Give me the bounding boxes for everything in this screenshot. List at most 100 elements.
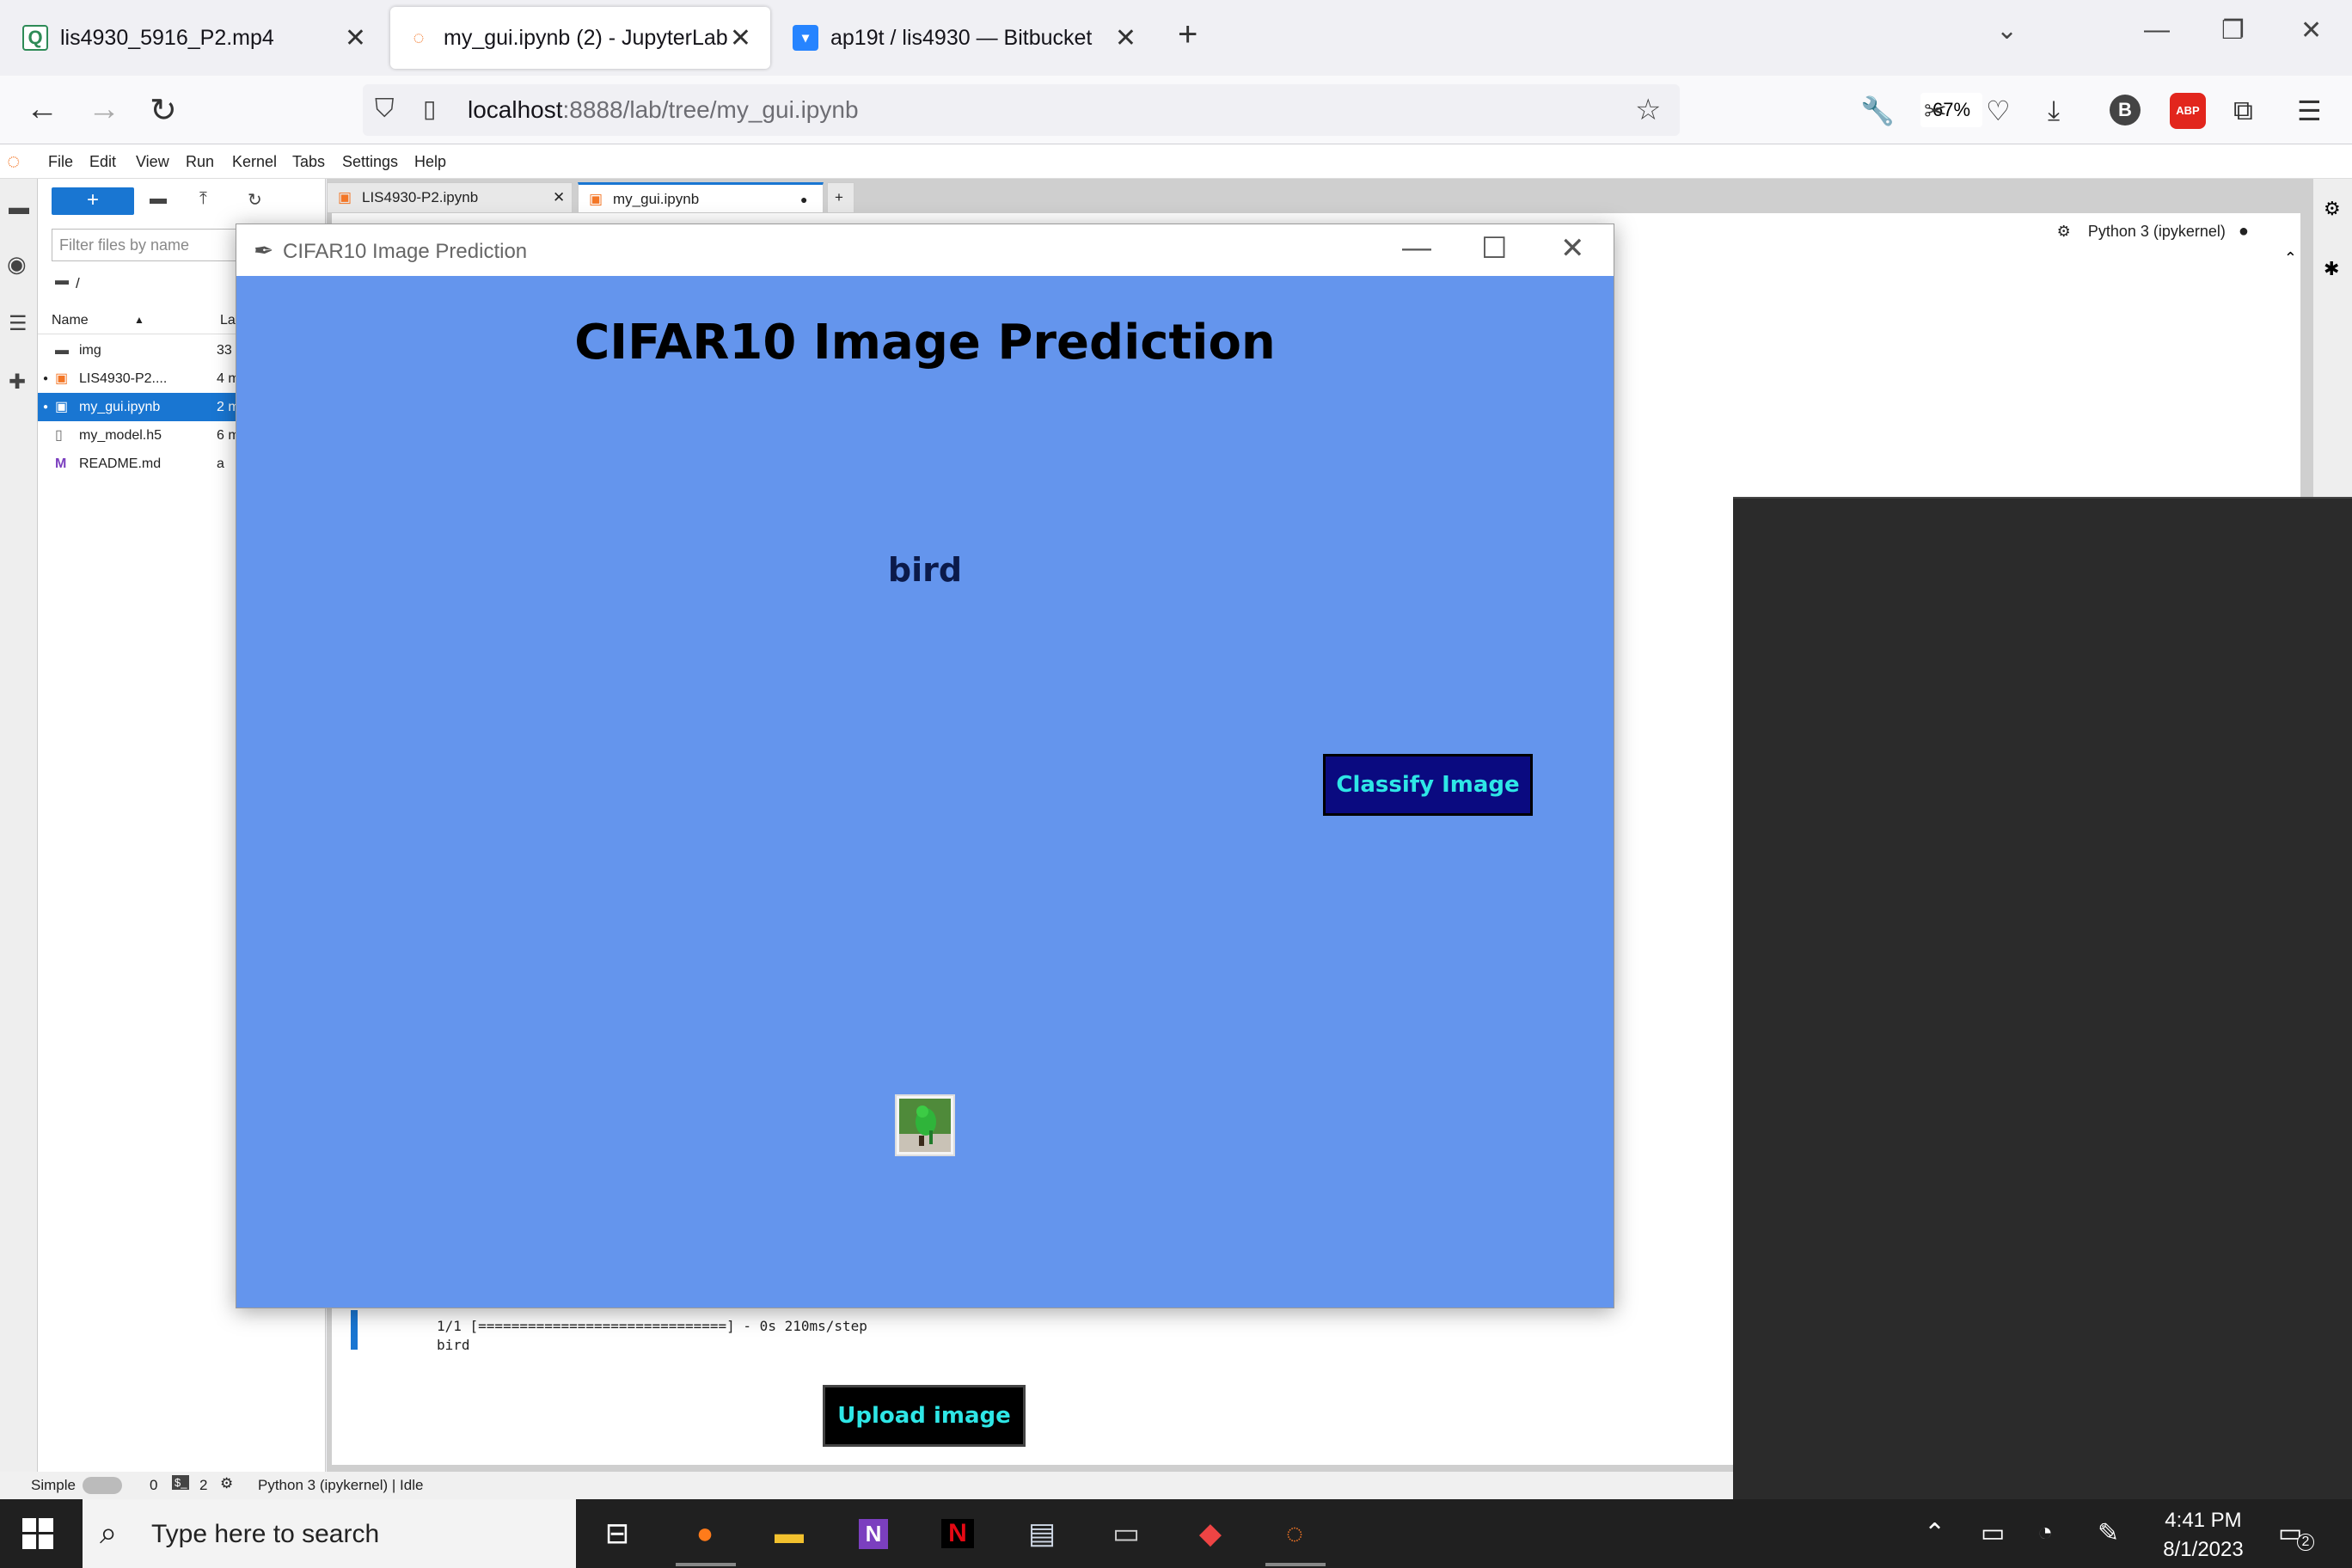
column-name-header[interactable]: Name <box>52 306 89 334</box>
menu-tabs[interactable]: Tabs <box>292 153 325 171</box>
adblock-icon[interactable]: ABP <box>2170 93 2206 129</box>
upload-image-button[interactable]: Upload image <box>823 1385 1026 1447</box>
notification-count-badge: 2 <box>2297 1534 2314 1551</box>
file-explorer-icon[interactable]: ▬ <box>769 1513 810 1554</box>
wifi-icon[interactable]: ◔ <box>2037 1518 2053 1547</box>
show-hidden-icons-chevron-icon[interactable]: ⌃ <box>1924 1518 1945 1548</box>
address-bar[interactable]: ⛉ ▯ localhost:8888/lab/tree/my_gui.ipynb… <box>363 84 1982 136</box>
close-icon[interactable]: ✕ <box>730 23 751 53</box>
browser-tab-bitbucket[interactable]: ▾ ap19t / lis4930 — Bitbucket ✕ <box>777 7 1155 69</box>
menu-settings[interactable]: Settings <box>342 153 398 171</box>
simple-mode-toggle[interactable] <box>83 1477 122 1494</box>
dialog-minimize-button[interactable]: — <box>1402 231 1431 265</box>
doc-tab-label: my_gui.ipynb <box>613 191 700 207</box>
reload-icon[interactable]: ↻ <box>150 91 177 130</box>
onenote-icon[interactable]: N <box>858 1518 889 1549</box>
forward-arrow-icon[interactable]: → <box>88 91 120 128</box>
new-launcher-button[interactable]: + <box>52 187 134 215</box>
gear-icon: ⚙ <box>220 1475 234 1491</box>
system-monitor-icon[interactable]: ▤ <box>1021 1513 1063 1554</box>
list-all-tabs-chevron-icon[interactable]: ⌄ <box>1996 15 2018 46</box>
doc-tab-lis4930[interactable]: ▣ LIS4930-P2.ipynb ✕ <box>327 182 573 213</box>
back-arrow-icon[interactable]: ← <box>26 91 58 128</box>
url-host: localhost <box>468 96 563 123</box>
close-icon[interactable]: ✕ <box>1115 23 1136 53</box>
pen-icon[interactable]: ✎ <box>2098 1518 2119 1548</box>
scroll-up-icon[interactable]: ⌃ <box>2284 249 2297 267</box>
netflix-icon[interactable]: N <box>941 1519 974 1548</box>
menu-help[interactable]: Help <box>414 153 446 171</box>
running-kernels-icon[interactable]: ◉ <box>7 251 27 278</box>
dialog-body: CIFAR10 Image Prediction bird Classify I… <box>236 276 1614 1447</box>
breadcrumb[interactable]: / <box>76 275 80 292</box>
shield-icon[interactable]: ⛉ <box>375 95 395 124</box>
menu-run[interactable]: Run <box>186 153 214 171</box>
new-folder-icon[interactable]: ▬ <box>150 189 167 209</box>
menu-file[interactable]: File <box>48 153 73 171</box>
table-of-contents-icon[interactable]: ☰ <box>9 311 28 336</box>
cifar10-prediction-window: ✒ CIFAR10 Image Prediction — ☐ ✕ CIFAR10… <box>236 224 1614 1447</box>
menu-view[interactable]: View <box>136 153 169 171</box>
refresh-icon[interactable]: ↻ <box>248 189 262 211</box>
jupyter-activity-bar: ▬ ◉ ☰ ✚ <box>0 179 38 1485</box>
menu-kernel[interactable]: Kernel <box>232 153 277 171</box>
wrench-icon[interactable]: 🔧 <box>1860 95 1895 127</box>
bookmark-star-icon[interactable]: ☆ <box>1635 93 1661 127</box>
kernel-status-text[interactable]: Python 3 (ipykernel) | Idle <box>258 1477 423 1494</box>
menu-edit[interactable]: Edit <box>89 153 116 171</box>
running-dot-icon: ● <box>43 402 49 412</box>
classify-image-button[interactable]: Classify Image <box>1323 754 1533 816</box>
property-inspector-icon[interactable]: ⚙ <box>2324 198 2341 220</box>
screenshot-icon[interactable]: ✂ <box>1924 95 1947 127</box>
page-icon: ▯ <box>423 95 437 122</box>
upload-icon[interactable]: ⤒ <box>199 189 207 209</box>
unsaved-dot-icon[interactable]: ● <box>800 185 807 214</box>
git-icon[interactable]: ◆ <box>1190 1513 1231 1554</box>
firefox-icon[interactable]: ● <box>684 1513 726 1554</box>
folder-icon[interactable]: ▬ <box>9 196 29 220</box>
dialog-maximize-button[interactable]: ☐ <box>1481 231 1507 266</box>
browser-navigation-bar: ← → ↻ ⛉ ▯ localhost:8888/lab/tree/my_gui… <box>0 76 2352 144</box>
profile-avatar[interactable]: B <box>2110 95 2141 126</box>
taskbar-search-box[interactable]: ⌕ Type here to search <box>83 1499 576 1568</box>
column-modified-header[interactable]: La <box>220 306 236 334</box>
minimize-window-button[interactable]: — <box>2144 15 2170 45</box>
url-text[interactable]: localhost:8888/lab/tree/my_gui.ipynb <box>468 96 859 124</box>
dialog-titlebar[interactable]: ✒ CIFAR10 Image Prediction — ☐ ✕ <box>236 224 1614 276</box>
kernel-indicator[interactable]: ⚙ Python 3 (ipykernel) ● <box>2057 222 2249 242</box>
hamburger-menu-icon[interactable]: ☰ <box>2297 95 2322 127</box>
browser-tab-video[interactable]: Q lis4930_5916_P2.mp4 ✕ <box>7 7 385 69</box>
settings-icon[interactable]: ⚙ <box>2057 223 2071 240</box>
browser-tab-jupyterlab[interactable]: ◌ my_gui.ipynb (2) - JupyterLab ✕ <box>390 7 770 69</box>
notebook-icon: ▣ <box>55 371 69 386</box>
doc-tab-my-gui[interactable]: ▣ my_gui.ipynb ● <box>578 182 824 213</box>
pocket-icon[interactable]: ♡ <box>1986 95 2011 127</box>
background-dark-window <box>1733 497 2352 1499</box>
task-view-icon[interactable]: ⊟ <box>597 1513 638 1554</box>
close-icon[interactable]: ✕ <box>345 23 366 53</box>
active-cell-marker <box>351 1310 358 1350</box>
folder-icon: ▬ <box>55 273 69 288</box>
restore-window-button[interactable]: ❐ <box>2221 15 2245 46</box>
extensions-puzzle-icon[interactable]: ⧉ <box>2233 95 2253 127</box>
file-modified: a <box>217 456 224 471</box>
status-bar: Simple 0 $_ 2 ⚙ Python 3 (ipykernel) | I… <box>0 1472 1733 1499</box>
extensions-icon[interactable]: ✚ <box>9 370 26 395</box>
battery-icon[interactable]: ▭ <box>1981 1518 2005 1548</box>
taskbar-clock[interactable]: 4:41 PM 8/1/2023 <box>2156 1506 2251 1565</box>
running-dot-icon: ● <box>43 374 49 383</box>
debugger-bug-icon[interactable]: ✱ <box>2324 258 2339 280</box>
dialog-close-button[interactable]: ✕ <box>1560 231 1585 266</box>
windows-start-icon[interactable] <box>22 1518 53 1553</box>
new-tab-button[interactable]: + <box>1178 15 1197 54</box>
browser-tab-title: ap19t / lis4930 — Bitbucket <box>830 25 1093 50</box>
close-icon[interactable]: ✕ <box>553 183 565 212</box>
output-line: 1/1 [==============================] - 0… <box>437 1318 867 1334</box>
output-line: bird <box>437 1337 470 1353</box>
jupyter-icon[interactable]: ◌ <box>1274 1513 1315 1554</box>
download-icon[interactable]: ⤓ <box>2048 95 2060 127</box>
terminal-icon[interactable]: ▭ <box>1106 1513 1147 1554</box>
close-window-button[interactable]: ✕ <box>2300 15 2322 46</box>
file-name: my_gui.ipynb <box>79 400 161 414</box>
add-tab-button[interactable]: + <box>827 182 854 213</box>
